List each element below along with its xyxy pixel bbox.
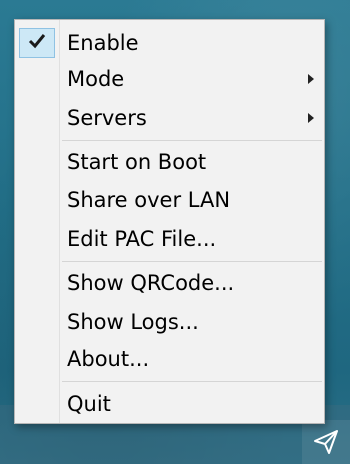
menu-item-quit[interactable]: Quit (17, 387, 322, 421)
menu-separator (62, 261, 322, 262)
submenu-arrow-icon (308, 113, 314, 123)
checkmark-highlight (19, 28, 55, 58)
menu-item-label: Enable (67, 31, 139, 55)
menu-separator (62, 381, 322, 382)
menu-item-label: Start on Boot (67, 150, 207, 174)
context-menu: Enable Mode Servers Start on Boot Share … (14, 19, 325, 424)
menu-item-label: Servers (67, 106, 147, 130)
menu-item-label: Show QRCode... (67, 271, 235, 295)
checkmark-icon (28, 33, 46, 53)
menu-item-about[interactable]: About... (17, 342, 322, 376)
menu-item-label: Show Logs... (67, 310, 199, 334)
menu-separator (62, 140, 322, 141)
menu-item-servers[interactable]: Servers (17, 101, 322, 135)
tray-app-button[interactable] (302, 420, 350, 464)
menu-item-label: Edit PAC File... (67, 227, 217, 251)
submenu-arrow-icon (308, 74, 314, 84)
menu-item-label: Quit (67, 392, 111, 416)
menu-item-share-over-lan[interactable]: Share over LAN (17, 183, 322, 217)
menu-item-start-on-boot[interactable]: Start on Boot (17, 145, 322, 179)
menu-item-label: About... (67, 347, 150, 371)
menu-item-label: Mode (67, 67, 125, 91)
menu-item-show-logs[interactable]: Show Logs... (17, 305, 322, 339)
menu-item-edit-pac-file[interactable]: Edit PAC File... (17, 222, 322, 256)
menu-item-enable[interactable]: Enable (17, 26, 322, 60)
menu-item-mode[interactable]: Mode (17, 62, 322, 96)
menu-item-label: Share over LAN (67, 188, 231, 212)
menu-item-show-qrcode[interactable]: Show QRCode... (17, 266, 322, 300)
paper-plane-icon (313, 429, 339, 455)
